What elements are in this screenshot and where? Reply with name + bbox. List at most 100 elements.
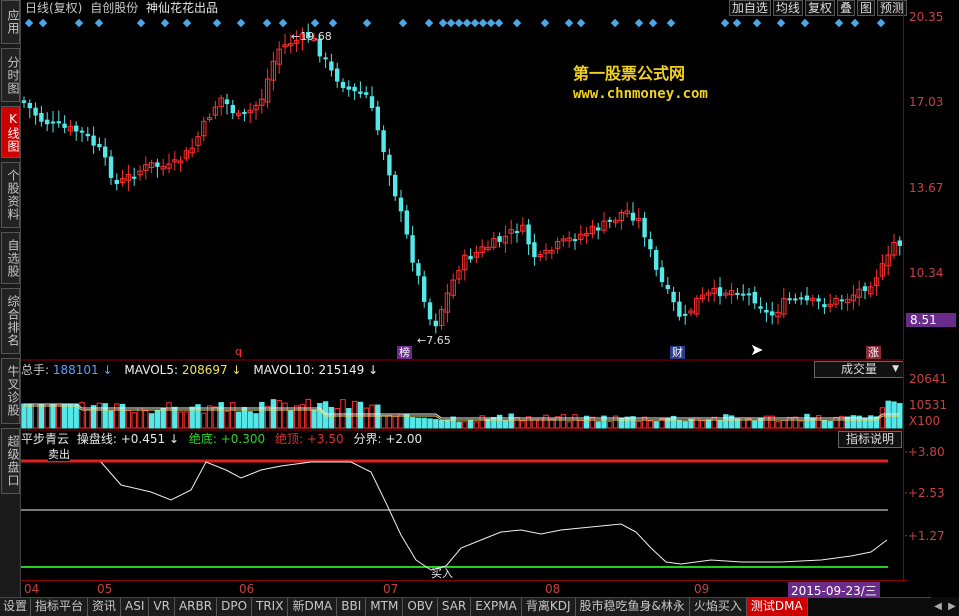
left-nav-diagnosis[interactable]: 牛叉诊股	[1, 358, 20, 424]
volume-bar	[44, 403, 50, 429]
left-nav: 应用 分时图 K线图 个股资料 自选股 综合排名 牛叉诊股 超级盘口	[0, 0, 21, 597]
indicator-top-value: +3.50	[306, 432, 344, 446]
candle-body	[897, 240, 902, 246]
tab-mtm[interactable]: MTM	[366, 598, 404, 616]
left-nav-apps[interactable]: 应用	[1, 0, 20, 44]
chart-badge-finance[interactable]: 财	[670, 346, 685, 359]
tab-trix[interactable]: TRIX	[252, 598, 289, 616]
volume-bar	[421, 417, 427, 429]
chart-badge-limit-up[interactable]: 涨	[866, 346, 881, 359]
date-tick: 05	[97, 582, 113, 596]
event-marker-icon	[800, 18, 810, 28]
left-nav-profile[interactable]: 个股资料	[1, 162, 20, 228]
chart-badge-list[interactable]: 榜	[397, 346, 412, 359]
candle-body	[404, 210, 409, 235]
tab-dpo[interactable]: DPO	[217, 598, 253, 616]
tab-new-dma[interactable]: 新DMA	[288, 598, 338, 616]
candle-body	[839, 299, 844, 302]
date-tick: 04	[24, 582, 40, 596]
candle-body	[746, 293, 752, 296]
indicator-help-button[interactable]: 指标说明	[838, 431, 902, 448]
volume-bar	[38, 403, 45, 429]
volume-bar	[363, 407, 369, 429]
candle-body	[27, 102, 32, 109]
volume-bar	[224, 410, 230, 429]
stock-chart-window: 应用 分时图 K线图 个股资料 自选股 综合排名 牛叉诊股 超级盘口 日线(复权…	[0, 0, 959, 616]
volume-bar	[85, 409, 91, 429]
tab-asi[interactable]: ASI	[121, 598, 150, 616]
volume-bar	[636, 420, 642, 429]
candle-body	[242, 111, 247, 114]
chevron-down-icon: ▼	[892, 364, 899, 374]
volume-bar	[415, 417, 422, 429]
tab-sar[interactable]: SAR	[437, 598, 472, 616]
candle-body	[132, 176, 137, 179]
candle-body	[346, 86, 351, 90]
candle-body	[659, 267, 665, 283]
volume-bar	[21, 403, 27, 429]
candle-body	[39, 112, 44, 122]
volume-bar	[137, 407, 143, 429]
tab-arbr[interactable]: ARBR	[174, 598, 218, 616]
volume-bar	[438, 419, 445, 429]
candle-body	[683, 313, 688, 316]
buy-signal-label: 买入	[431, 567, 453, 580]
volume-bar	[775, 421, 781, 429]
event-marker-icon	[38, 18, 48, 28]
tab-flame-buy[interactable]: 火焰买入	[689, 598, 747, 616]
scroll-right-icon[interactable]: ▶	[945, 597, 959, 616]
tab-fish-body[interactable]: 股市稳吃鱼身&林永	[575, 598, 690, 616]
tab-obv[interactable]: OBV	[403, 598, 438, 616]
candle-body	[497, 236, 502, 242]
volume-bar	[827, 420, 833, 429]
volume-bar	[624, 416, 630, 429]
chart-badge-q[interactable]: q	[233, 345, 244, 358]
left-nav-ranking[interactable]: 综合排名	[1, 288, 20, 354]
volume-bar	[409, 417, 416, 429]
volume-bar	[351, 400, 358, 429]
event-marker-icon	[454, 18, 464, 28]
down-arrow-icon: ↓	[231, 363, 242, 377]
tab-settings[interactable]: 设置	[0, 598, 32, 616]
left-nav-level2[interactable]: 超级盘口	[1, 428, 20, 494]
candle-body	[665, 284, 670, 290]
candle-body	[752, 291, 757, 304]
scroll-left-icon[interactable]: ◀	[931, 597, 945, 616]
volume-bar	[676, 419, 683, 429]
volume-bar	[485, 418, 491, 429]
candle-body	[369, 96, 375, 108]
tab-news[interactable]: 资讯	[88, 598, 122, 616]
candle-body	[323, 57, 328, 60]
volume-bar	[520, 420, 526, 429]
tab-divergence-kdj[interactable]: 背离KDJ	[521, 598, 576, 616]
event-marker-icon	[328, 18, 338, 28]
candle-body	[74, 125, 79, 132]
volume-bar	[427, 418, 433, 429]
event-marker-icon	[310, 18, 320, 28]
date-tick: 07	[383, 582, 399, 596]
event-marker-icon	[576, 18, 586, 28]
volume-indicator-select[interactable]: 成交量 ▼	[814, 361, 904, 378]
tab-indicator-platform[interactable]: 指标平台	[31, 598, 89, 616]
event-marker-icon	[462, 18, 472, 28]
tab-test-dma[interactable]: 测试DMA	[746, 598, 808, 616]
candle-body	[526, 224, 531, 245]
candle-body	[422, 276, 427, 302]
volume-bar	[682, 421, 688, 429]
volume-bar	[305, 398, 311, 429]
event-marker-icon	[648, 18, 658, 28]
tab-vr[interactable]: VR	[149, 598, 175, 616]
event-marker-icon	[564, 18, 574, 28]
candle-body	[358, 91, 363, 94]
left-nav-kline[interactable]: K线图	[1, 106, 20, 158]
left-nav-intraday[interactable]: 分时图	[1, 48, 20, 102]
kline-canvas[interactable]	[21, 0, 903, 580]
volume-bar	[560, 414, 567, 429]
tab-expma[interactable]: EXPMA	[471, 598, 522, 616]
price-tick: 13.67	[909, 181, 944, 195]
tab-bbi[interactable]: BBI	[337, 598, 367, 616]
left-nav-watchlist[interactable]: 自选股	[1, 232, 20, 284]
candle-body	[335, 68, 340, 82]
volume-bar	[688, 418, 694, 429]
mavol5-value: 208697	[181, 363, 228, 377]
